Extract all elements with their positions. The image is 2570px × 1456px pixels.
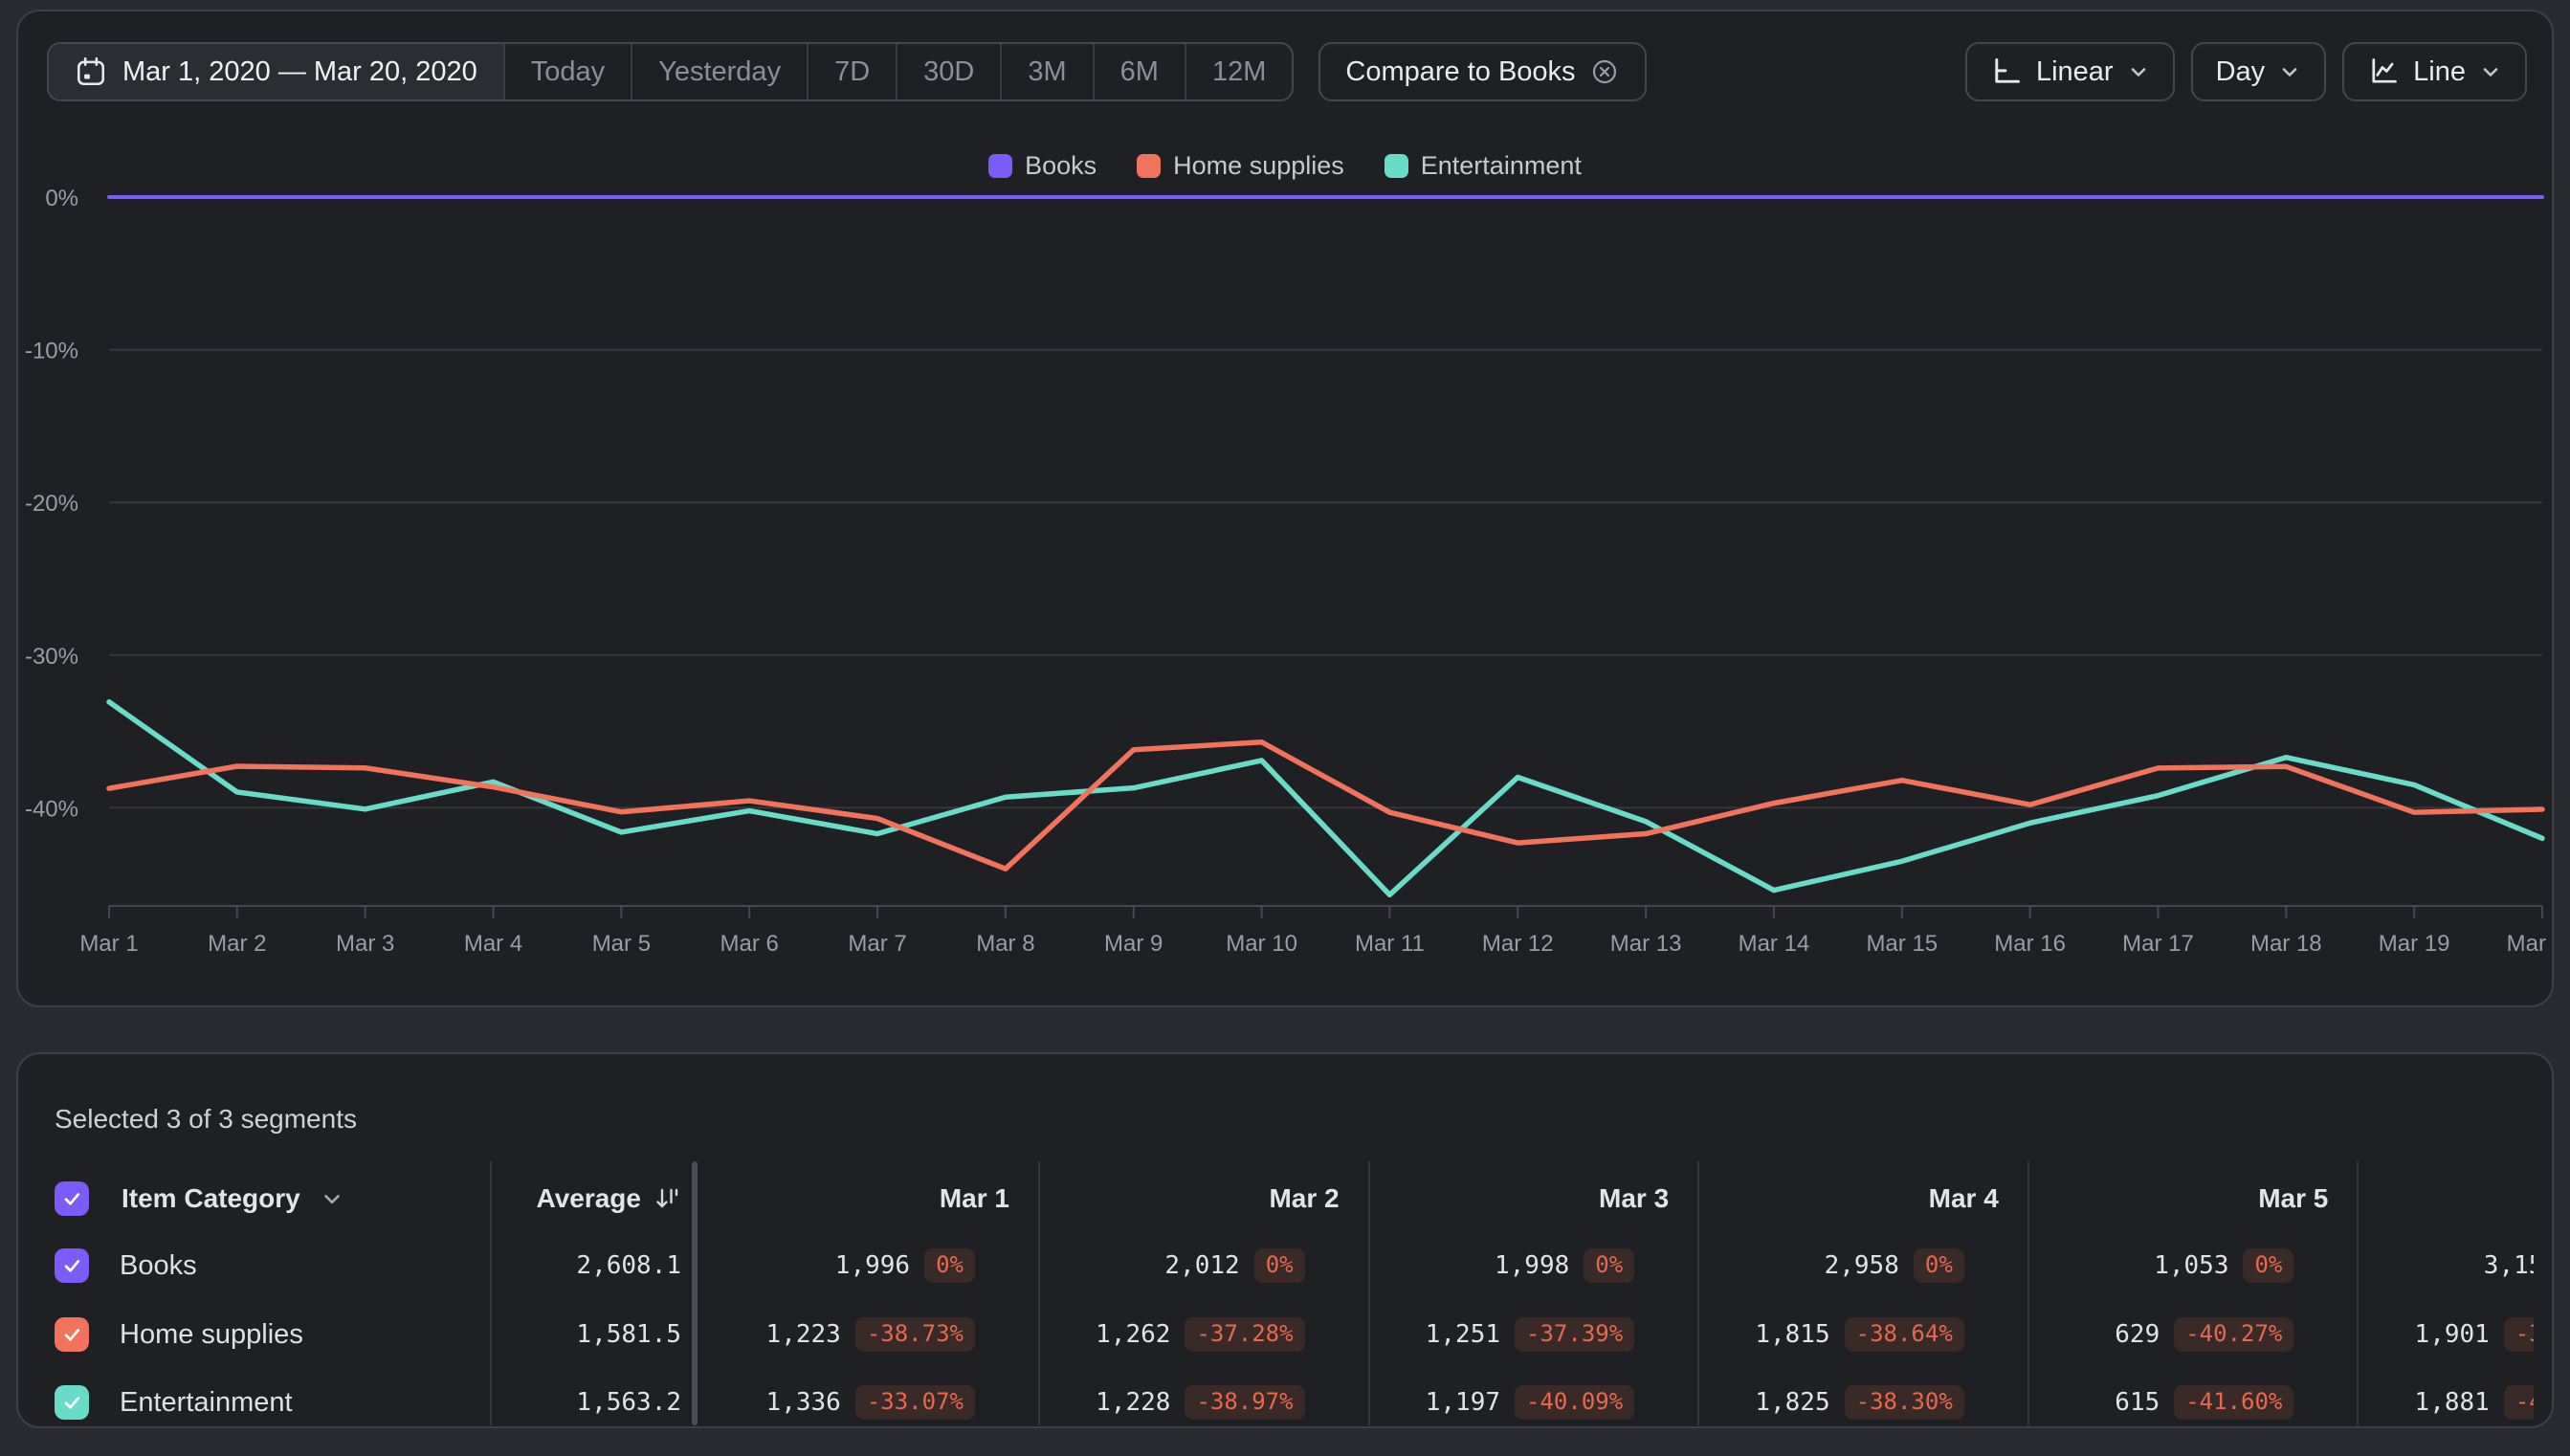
- x-axis-label: Mar 5: [592, 931, 651, 957]
- percent-change-badge: -38.30%: [1844, 1385, 1964, 1420]
- day-cell: 1,336 -33.07%: [708, 1380, 975, 1424]
- day-cell: 1,053 0%: [2027, 1244, 2294, 1288]
- cell-value: 2,012: [1164, 1251, 1240, 1280]
- y-axis-label: -20%: [25, 491, 78, 517]
- y-axis-label: -30%: [25, 644, 78, 670]
- day-cell: 629 -40.27%: [2027, 1313, 2294, 1357]
- day-column-header: Mar 1: [939, 1183, 1009, 1213]
- day-cell: 1,996 0%: [708, 1244, 975, 1288]
- cell-value: 1,815: [1755, 1320, 1830, 1349]
- cell-value: 1,881: [2414, 1388, 2490, 1417]
- day-cell: 1,881 -40.29%: [2357, 1380, 2534, 1424]
- percent-change-badge: 0%: [1253, 1248, 1305, 1283]
- x-axis-label: Mar 13: [1610, 931, 1682, 957]
- cell-value: 615: [2115, 1388, 2160, 1417]
- x-axis-label: Mar 6: [720, 931, 779, 957]
- x-axis-label: Mar 18: [2250, 931, 2322, 957]
- day-cell: 615 -41.60%: [2027, 1380, 2294, 1424]
- cell-value: 1,996: [834, 1251, 911, 1280]
- x-axis-label: Mar 15: [1866, 931, 1938, 957]
- cell-value: 1,223: [765, 1320, 841, 1349]
- percent-change-badge: -39.65%: [2503, 1317, 2534, 1352]
- day-cell: 1,825 -38.30%: [1697, 1380, 1964, 1424]
- day-column-header: [2357, 1178, 2534, 1220]
- x-axis-label: Mar 11: [1355, 931, 1425, 957]
- percent-change-badge: -38.64%: [1844, 1317, 1964, 1352]
- percent-change-badge: 0%: [924, 1248, 975, 1283]
- day-columns-area: Mar 1 1,996 0% 1,223 -38.73% 1,336 -33.07% Mar …: [18, 1054, 2534, 1426]
- x-axis-label: Mar 20: [2507, 931, 2554, 957]
- x-axis-label: Mar 14: [1739, 931, 1810, 957]
- x-axis-label: Mar 7: [848, 931, 906, 957]
- cell-value: 1,228: [1096, 1388, 1171, 1417]
- cell-value: 3,154: [2483, 1251, 2534, 1280]
- series-line-entertainment[interactable]: [106, 699, 2545, 898]
- day-cell: 1,262 -37.28%: [1038, 1313, 1305, 1357]
- day-cell: 1,815 -38.64%: [1697, 1313, 1964, 1357]
- percent-change-badge: -40.09%: [1515, 1385, 1635, 1420]
- x-axis-label: Mar 10: [1226, 931, 1297, 957]
- comparison-line-chart[interactable]: 0%-10%-20%-30%-40%Mar 1 Mar 2 Mar 3 Mar 4 Ma…: [18, 11, 2554, 1007]
- day-cell: 2,012 0%: [1038, 1244, 1305, 1288]
- x-axis-label: Mar 17: [2122, 931, 2194, 957]
- x-axis-label: Mar 1: [79, 931, 138, 957]
- percent-change-badge: -40.27%: [2174, 1317, 2294, 1352]
- day-column-header: Mar 5: [2258, 1183, 2329, 1213]
- percent-change-badge: -37.28%: [1185, 1317, 1305, 1352]
- cell-value: 1,901: [2414, 1320, 2490, 1349]
- day-cell: 1,251 -37.39%: [1368, 1313, 1635, 1357]
- percent-change-badge: -41.60%: [2174, 1385, 2294, 1420]
- percent-change-badge: -33.07%: [854, 1385, 975, 1420]
- percent-change-badge: 0%: [2243, 1248, 2294, 1283]
- day-cell: 1,998 0%: [1368, 1244, 1635, 1288]
- day-cell: 1,197 -40.09%: [1368, 1380, 1635, 1424]
- x-axis-label: Mar 9: [1104, 931, 1163, 957]
- cell-value: 1,336: [765, 1388, 841, 1417]
- percent-change-badge: -38.73%: [854, 1317, 975, 1352]
- percent-change-badge: 0%: [1913, 1248, 1964, 1283]
- x-axis-label: Mar 19: [2379, 931, 2450, 957]
- segments-panel: Selected 3 of 3 segments Item Category A…: [16, 1052, 2554, 1428]
- x-axis-label: Mar 8: [976, 931, 1034, 957]
- x-axis-label: Mar 16: [1994, 931, 2066, 957]
- analytics-dashboard: Mar 1, 2020 — Mar 20, 2020 Today Yesterda…: [0, 0, 2570, 1456]
- cell-value: 2,958: [1824, 1251, 1899, 1280]
- percent-change-badge: 0%: [1584, 1248, 1635, 1283]
- day-column-header: Mar 4: [1928, 1183, 1999, 1213]
- day-cell: 3,1540%: [2357, 1244, 2534, 1288]
- x-axis-label: Mar 12: [1482, 931, 1554, 957]
- day-cell: 1,228 -38.97%: [1038, 1380, 1305, 1424]
- cell-value: 629: [2115, 1320, 2160, 1349]
- x-axis-label: Mar 3: [336, 931, 394, 957]
- chart-panel: Mar 1, 2020 — Mar 20, 2020 Today Yesterda…: [16, 10, 2554, 1007]
- cell-value: 1,251: [1425, 1320, 1501, 1349]
- cell-value: 1,825: [1755, 1388, 1830, 1417]
- day-cell: 2,958 0%: [1697, 1244, 1964, 1288]
- x-axis-label: Mar 4: [464, 931, 522, 957]
- day-column-header: Mar 3: [1599, 1183, 1670, 1213]
- percent-change-badge: -37.39%: [1515, 1317, 1635, 1352]
- cell-value: 1,998: [1495, 1251, 1570, 1280]
- y-axis-label: 0%: [45, 186, 78, 211]
- day-cell: 1,223 -38.73%: [708, 1313, 975, 1357]
- cell-value: 1,053: [2154, 1251, 2229, 1280]
- day-cell: 1,901 -39.65%: [2357, 1313, 2534, 1357]
- percent-change-badge: -38.97%: [1185, 1385, 1305, 1420]
- cell-value: 1,262: [1096, 1320, 1171, 1349]
- day-column-header: Mar 2: [1269, 1183, 1340, 1213]
- cell-value: 1,197: [1425, 1388, 1501, 1417]
- y-axis-label: -40%: [25, 796, 78, 822]
- percent-change-badge: -40.29%: [2503, 1385, 2534, 1420]
- y-axis-label: -10%: [25, 339, 78, 364]
- x-axis-label: Mar 2: [208, 931, 266, 957]
- series-line-home-supplies[interactable]: [106, 739, 2545, 871]
